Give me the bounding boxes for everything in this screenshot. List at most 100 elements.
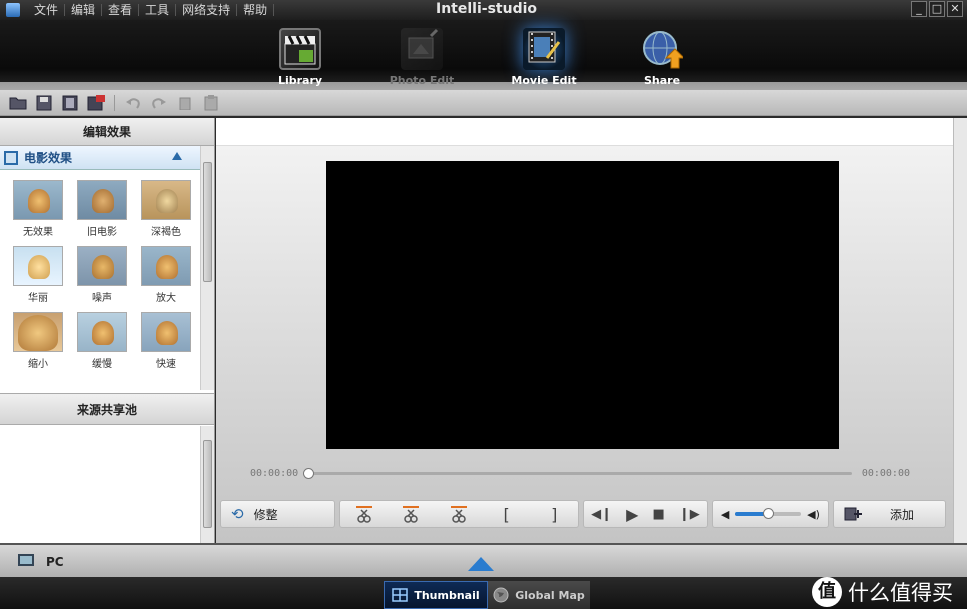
app-title: Intelli-studio — [436, 1, 538, 17]
save-button[interactable] — [34, 94, 54, 112]
preview-scrollbar[interactable] — [953, 118, 967, 543]
next-frame-button[interactable]: ❙▶ — [679, 503, 700, 525]
close-button[interactable]: ✕ — [947, 1, 963, 17]
globe-icon — [493, 587, 509, 603]
rotate-icon: ⟲ — [231, 505, 244, 523]
tab-library[interactable]: Library — [245, 28, 355, 87]
effect-none[interactable]: 无效果 — [8, 180, 68, 238]
effect-fancy[interactable]: 华丽 — [8, 246, 68, 304]
mark-in-button[interactable]: [ — [483, 503, 531, 525]
menu-edit[interactable]: 编辑 — [65, 4, 103, 16]
left-panel: 编辑效果 电影效果 无效果 旧电影 深褐色 华丽 噪声 放大 缩小 缓慢 快速 … — [0, 118, 215, 543]
bracket-open-icon: [ — [503, 504, 510, 524]
trim-button[interactable]: ⟲ 修整 — [220, 500, 336, 528]
stop-icon: ■ — [652, 506, 665, 522]
volume-knob[interactable] — [763, 508, 775, 519]
tab-thumbnail-label: Thumbnail — [414, 588, 480, 602]
tab-global-map[interactable]: Global Map — [488, 581, 590, 609]
prev-frame-button[interactable]: ◀❙ — [591, 503, 612, 525]
time-end: 00:00:00 — [861, 467, 910, 479]
cut-start-button[interactable] — [340, 503, 388, 525]
trash-icon — [179, 97, 191, 110]
delete-button[interactable] — [175, 94, 195, 112]
progress-knob[interactable] — [303, 467, 315, 479]
effect-fast[interactable]: 快速 — [136, 312, 196, 370]
export-button[interactable] — [86, 94, 106, 112]
add-button[interactable]: 添加 — [832, 500, 946, 528]
time-start: 00:00:00 — [250, 467, 299, 479]
film-button[interactable] — [60, 94, 80, 112]
effect-thumbnail — [77, 312, 127, 352]
menu-help[interactable]: 帮助 — [237, 4, 275, 16]
play-button[interactable]: ▶ — [626, 503, 638, 525]
view-tabs: Thumbnail Global Map — [384, 581, 590, 609]
mode-bar: Library Photo Edit Movie Edit Share — [0, 20, 967, 110]
tab-share[interactable]: Share — [607, 28, 717, 87]
scissors-icon — [403, 506, 420, 523]
maximize-button[interactable]: □ — [929, 1, 945, 17]
effect-label: 快速 — [156, 359, 176, 370]
effect-label: 缩小 — [28, 359, 48, 370]
photo-edit-icon — [401, 28, 443, 70]
effect-sepia[interactable]: 深褐色 — [136, 180, 196, 238]
step-back-icon: ◀❙ — [591, 506, 612, 522]
progress-track[interactable] — [303, 467, 852, 479]
tab-movie-edit[interactable]: Movie Edit — [489, 28, 599, 87]
volume-slider[interactable] — [735, 508, 802, 519]
video-preview[interactable] — [326, 161, 839, 449]
effect-slow[interactable]: 缓慢 — [72, 312, 132, 370]
watermark: 值 什么值得买 — [812, 577, 953, 607]
volume-group: ◀ ◀) — [711, 500, 829, 528]
effect-zoom-out[interactable]: 缩小 — [8, 312, 68, 370]
menu-tools[interactable]: 工具 — [139, 4, 177, 16]
scissors-icon — [355, 506, 372, 523]
open-folder-button[interactable] — [8, 94, 28, 112]
effect-thumbnail — [77, 180, 127, 220]
scrollbar-thumb[interactable] — [203, 162, 212, 282]
bottom-bar: Thumbnail Global Map 值 什么值得买 — [0, 577, 967, 609]
paste-button[interactable] — [201, 94, 221, 112]
undo-icon — [126, 97, 140, 109]
source-scrollbar[interactable] — [200, 426, 214, 543]
tab-library-label: Library — [277, 74, 323, 87]
effects-scrollbar[interactable] — [200, 146, 214, 390]
effect-noise[interactable]: 噪声 — [72, 246, 132, 304]
effect-zoom-in[interactable]: 放大 — [136, 246, 196, 304]
export-film-icon — [87, 94, 105, 110]
stop-button[interactable]: ■ — [653, 503, 665, 525]
movie-effects-section[interactable]: 电影效果 — [0, 146, 214, 170]
tab-movie-edit-label: Movie Edit — [511, 74, 577, 87]
tab-share-label: Share — [643, 74, 681, 87]
pc-label[interactable]: PC — [46, 555, 64, 569]
minimize-button[interactable]: _ — [911, 1, 927, 17]
menu-file[interactable]: 文件 — [28, 4, 66, 16]
menu-network-support[interactable]: 网络支持 — [176, 4, 238, 16]
redo-button[interactable] — [149, 94, 169, 112]
film-edit-icon — [523, 28, 565, 70]
effect-thumbnail — [141, 312, 191, 352]
playback-group: ◀❙ ▶ ■ ❙▶ — [583, 500, 708, 528]
cut-tools-group: [ ] — [339, 500, 580, 528]
effect-thumbnail — [13, 180, 63, 220]
effect-old-film[interactable]: 旧电影 — [72, 180, 132, 238]
redo-icon — [152, 97, 166, 109]
tab-photo-edit-label: Photo Edit — [389, 74, 455, 87]
collapse-arrow-icon[interactable] — [172, 152, 182, 160]
film-icon — [62, 95, 78, 110]
folder-icon — [9, 97, 27, 109]
tab-photo-edit[interactable]: Photo Edit — [367, 28, 477, 87]
undo-button[interactable] — [123, 94, 143, 112]
expand-up-arrow-icon[interactable] — [468, 557, 494, 571]
add-label: 添加 — [889, 507, 914, 522]
watermark-icon: 值 — [812, 577, 842, 607]
cut-middle-button[interactable] — [388, 503, 436, 525]
mark-out-button[interactable]: ] — [530, 503, 578, 525]
bracket-close-icon: ] — [551, 504, 558, 524]
tab-thumbnail[interactable]: Thumbnail — [384, 581, 488, 609]
effect-thumbnail — [141, 180, 191, 220]
cut-end-button[interactable] — [435, 503, 483, 525]
effect-thumbnail — [141, 246, 191, 286]
scissors-icon — [451, 506, 468, 523]
scrollbar-thumb[interactable] — [203, 440, 212, 528]
menu-view[interactable]: 查看 — [102, 4, 140, 16]
